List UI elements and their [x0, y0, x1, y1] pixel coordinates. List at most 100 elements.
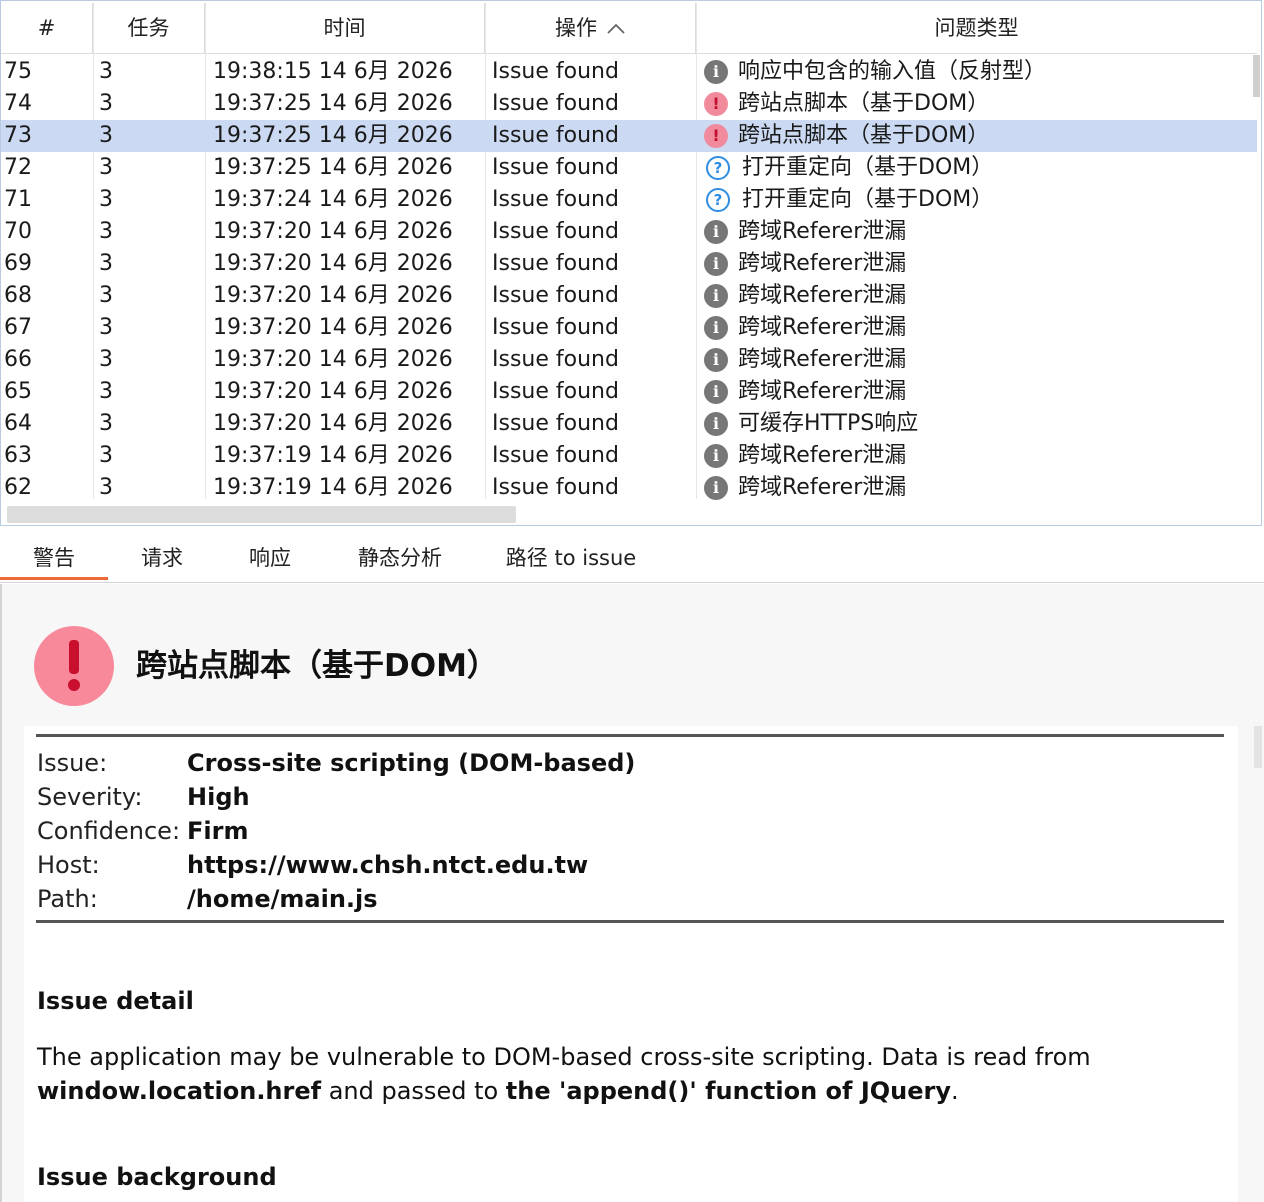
cell-time: 19:37:25 14 6月 2026: [213, 155, 453, 180]
cell-op: Issue found: [492, 91, 619, 116]
cell-type: i 跨域Referer泄漏: [696, 280, 1257, 312]
field-severity: Severity: High: [37, 783, 250, 811]
cell-task: 3: [99, 379, 113, 404]
table-row[interactable]: 73 3 19:37:25 14 6月 2026 Issue found! 跨站点脚本（…: [1, 120, 1257, 152]
cell-time: 19:37:20 14 6月 2026: [213, 411, 453, 436]
cell-op: Issue found: [492, 475, 619, 500]
issue-type-label: 跨域Referer泄漏: [738, 379, 907, 404]
cell-task: 3: [99, 155, 113, 180]
table-row[interactable]: 64 3 19:37:20 14 6月 2026 Issue found i 可缓存HTT…: [1, 408, 1257, 440]
info-icon: i: [704, 284, 728, 308]
table-row[interactable]: 72 3 19:37:25 14 6月 2026 Issue found? 打开重定向（…: [1, 152, 1257, 184]
issue-background-heading: Issue background: [37, 1163, 277, 1191]
issue-type-label: 跨站点脚本（基于DOM）: [738, 91, 990, 116]
info-icon: i: [704, 476, 728, 500]
table-row[interactable]: 67 3 19:37:20 14 6月 2026 Issue found i 跨域Refe…: [1, 312, 1257, 344]
cell-op: Issue found: [492, 155, 619, 180]
table-header: # 任务 时间 操作 问题类型: [1, 3, 1257, 54]
issue-type-label: 打开重定向（基于DOM）: [742, 155, 994, 180]
table-row[interactable]: 71 3 19:37:24 14 6月 2026 Issue found? 打开重定向（…: [1, 184, 1257, 216]
table-row[interactable]: 63 3 19:37:19 14 6月 2026 Issue found i 跨域Refe…: [1, 440, 1257, 472]
cell-time: 19:37:19 14 6月 2026: [213, 475, 453, 500]
info-icon: i: [704, 412, 728, 436]
info-icon: i: [704, 444, 728, 468]
high-severity-icon: !: [704, 92, 728, 116]
table-row[interactable]: 62 3 19:37:19 14 6月 2026 Issue found i 跨域Refe…: [1, 472, 1257, 504]
cell-type: i 可缓存HTTPS响应: [696, 408, 1257, 440]
cell-task: 3: [99, 59, 113, 84]
table-row[interactable]: 69 3 19:37:20 14 6月 2026 Issue found i 跨域Refe…: [1, 248, 1257, 280]
cell-time: 19:37:24 14 6月 2026: [213, 187, 453, 212]
cell-task: 3: [99, 91, 113, 116]
cell-type: i 跨域Referer泄漏: [696, 312, 1257, 344]
cell-time: 19:37:25 14 6月 2026: [213, 123, 453, 148]
tab-advisory[interactable]: 警告: [0, 534, 108, 580]
cell-op: Issue found: [492, 59, 619, 84]
horizontal-scrollbar-thumb[interactable]: [7, 506, 516, 523]
table-row[interactable]: 66 3 19:37:20 14 6月 2026 Issue found i 跨域Refe…: [1, 344, 1257, 376]
vertical-scrollbar-thumb[interactable]: [1253, 55, 1260, 97]
tab-response[interactable]: 响应: [216, 534, 324, 580]
column-header-task[interactable]: 任务: [93, 3, 205, 53]
cell-type: i 响应中包含的输入值（反射型）: [696, 56, 1257, 88]
issue-type-label: 跨域Referer泄漏: [738, 251, 907, 276]
cell-op: Issue found: [492, 123, 619, 148]
table-row[interactable]: 68 3 19:37:20 14 6月 2026 Issue found i 跨域Refe…: [1, 280, 1257, 312]
cell-type: i 跨域Referer泄漏: [696, 216, 1257, 248]
vertical-scrollbar-thumb[interactable]: [1254, 726, 1262, 768]
info-icon: i: [704, 316, 728, 340]
cell-time: 19:37:20 14 6月 2026: [213, 251, 453, 276]
tab-static-analysis[interactable]: 静态分析: [324, 534, 476, 580]
field-path: Path:/home/main.js: [37, 885, 378, 913]
cell-num: 74: [4, 91, 32, 116]
issue-type-label: 跨站点脚本（基于DOM）: [738, 123, 990, 148]
column-header-time[interactable]: 时间: [205, 3, 485, 53]
cell-op: Issue found: [492, 411, 619, 436]
table-row[interactable]: 70 3 19:37:20 14 6月 2026 Issue found i 跨域Refe…: [1, 216, 1257, 248]
cell-time: 19:37:20 14 6月 2026: [213, 219, 453, 244]
issue-type-label: 跨域Referer泄漏: [738, 347, 907, 372]
cell-op: Issue found: [492, 187, 619, 212]
high-severity-icon: !: [704, 124, 728, 148]
cell-task: 3: [99, 123, 113, 148]
cell-num: 62: [4, 475, 32, 500]
issue-type-label: 可缓存HTTPS响应: [738, 411, 919, 436]
advisory-pane: 跨站点脚本（基于DOM） Issue: Cross-site scripting …: [0, 584, 1264, 1202]
tab-request[interactable]: 请求: [108, 534, 216, 580]
column-header-number[interactable]: #: [1, 3, 93, 53]
tab-path-to-issue[interactable]: 路径 to issue: [476, 534, 666, 580]
cell-task: 3: [99, 347, 113, 372]
cell-time: 19:37:25 14 6月 2026: [213, 91, 453, 116]
cell-num: 71: [4, 187, 32, 212]
cell-task: 3: [99, 443, 113, 468]
cell-time: 19:37:19 14 6月 2026: [213, 443, 453, 468]
cell-task: 3: [99, 187, 113, 212]
cell-type: i 跨域Referer泄漏: [696, 440, 1257, 472]
issue-type-label: 跨域Referer泄漏: [738, 475, 907, 500]
cell-num: 73: [4, 123, 32, 148]
info-icon: i: [704, 220, 728, 244]
cell-num: 63: [4, 443, 32, 468]
table-row[interactable]: 75 3 19:38:15 14 6月 2026 Issue found i 响应中包含的…: [1, 56, 1257, 88]
cell-type: i 跨域Referer泄漏: [696, 344, 1257, 376]
cell-num: 65: [4, 379, 32, 404]
cell-type: i 跨域Referer泄漏: [696, 248, 1257, 280]
column-header-action[interactable]: 操作: [485, 3, 696, 53]
cell-type: ? 打开重定向（基于DOM）: [696, 152, 1257, 184]
column-header-issue-type[interactable]: 问题类型: [696, 3, 1257, 53]
cell-num: 75: [4, 59, 32, 84]
cell-task: 3: [99, 251, 113, 276]
cell-op: Issue found: [492, 443, 619, 468]
issue-type-label: 打开重定向（基于DOM）: [742, 187, 994, 212]
cell-task: 3: [99, 219, 113, 244]
issue-type-label: 跨域Referer泄漏: [738, 315, 907, 340]
table-row[interactable]: 65 3 19:37:20 14 6月 2026 Issue found i 跨域Refe…: [1, 376, 1257, 408]
cell-op: Issue found: [492, 251, 619, 276]
issue-type-label: 跨域Referer泄漏: [738, 443, 907, 468]
divider: [36, 920, 1224, 923]
issue-detail-heading: Issue detail: [37, 987, 194, 1015]
table-row[interactable]: 74 3 19:37:25 14 6月 2026 Issue found! 跨站点脚本（…: [1, 88, 1257, 120]
cell-op: Issue found: [492, 347, 619, 372]
tentative-icon: ?: [706, 188, 730, 212]
tentative-icon: ?: [706, 156, 730, 180]
